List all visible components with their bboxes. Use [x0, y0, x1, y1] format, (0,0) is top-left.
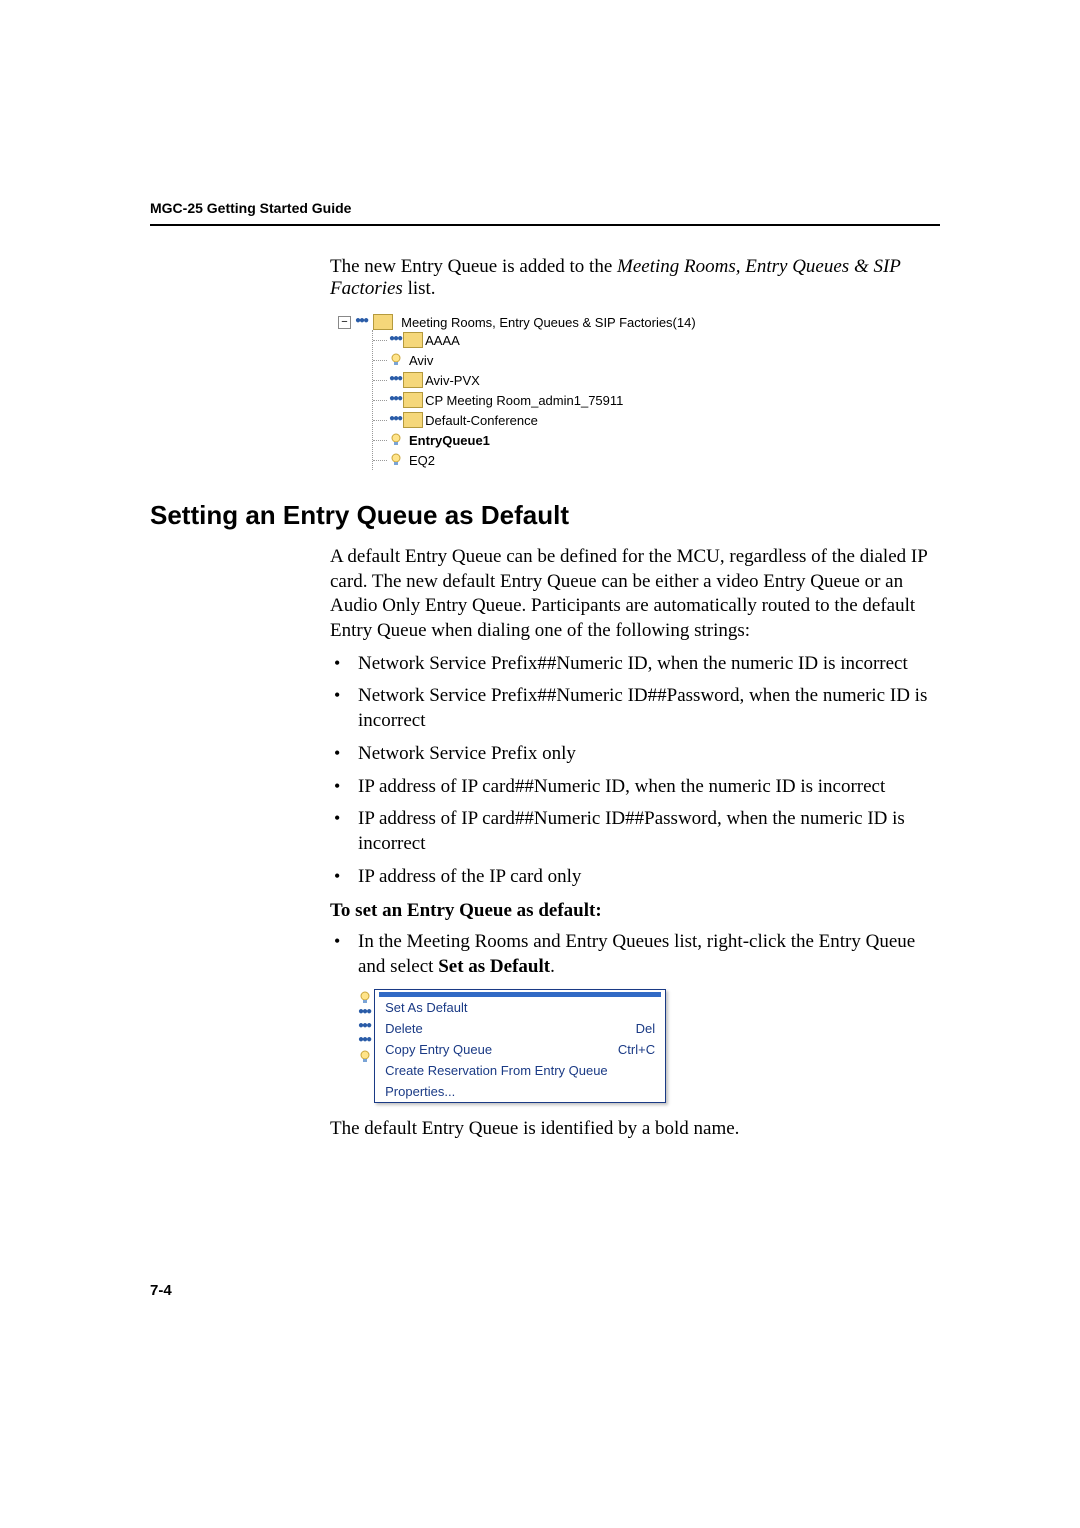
people-icon: ●●● — [389, 333, 401, 344]
section-heading: Setting an Entry Queue as Default — [150, 500, 940, 531]
context-menu-item-properties[interactable]: Properties... — [375, 1081, 665, 1102]
step-text-post: . — [550, 956, 555, 977]
tree-item-label: Aviv-PVX — [425, 373, 480, 388]
tree-item[interactable]: EntryQueue1 — [373, 430, 940, 450]
tree-item-label: Default-Conference — [425, 413, 538, 428]
context-menu-item-delete[interactable]: Delete Del — [375, 1018, 665, 1039]
entry-queue-icon — [358, 1050, 372, 1064]
context-menu-item-create-reservation[interactable]: Create Reservation From Entry Queue — [375, 1060, 665, 1081]
menu-item-shortcut: Ctrl+C — [618, 1042, 655, 1057]
tree-children: ●●● AAAA Aviv ●●● Aviv-PVX ●●● CP Meetin… — [372, 330, 940, 470]
procedure-heading: To set an Entry Queue as default: — [330, 899, 940, 924]
tree-item-label: AAAA — [425, 333, 460, 348]
menu-item-label: Set As Default — [385, 1000, 467, 1015]
step-item: In the Meeting Rooms and Entry Queues li… — [330, 930, 940, 979]
paragraph: A default Entry Queue can be defined for… — [330, 545, 940, 644]
menu-item-shortcut: Del — [636, 1021, 656, 1036]
context-menu: Set As Default Delete Del Copy Entry Que… — [374, 989, 666, 1103]
tree-view: − ●●● Meeting Rooms, Entry Queues & SIP … — [338, 314, 940, 470]
closing-paragraph-wrap: The default Entry Queue is identified by… — [330, 1117, 940, 1142]
menu-item-label: Create Reservation From Entry Queue — [385, 1063, 608, 1078]
intro-paragraph: The new Entry Queue is added to the Meet… — [330, 256, 940, 300]
bullet-item: Network Service Prefix only — [330, 742, 940, 767]
people-icon: ●●● — [358, 1006, 370, 1017]
people-icon: ●●● — [389, 413, 401, 424]
context-menu-item-set-default[interactable]: Set As Default — [375, 997, 665, 1018]
people-icon: ●●● — [389, 393, 401, 404]
tree-root-label: Meeting Rooms, Entry Queues & SIP Factor… — [401, 315, 696, 330]
people-icon: ●●● — [358, 1020, 370, 1031]
context-menu-side-icons: ●●● ●●● ●●● — [358, 989, 374, 1064]
bullet-item: IP address of IP card##Numeric ID##Passw… — [330, 807, 940, 856]
tree-item-label: EntryQueue1 — [409, 433, 490, 448]
section-body: A default Entry Queue can be defined for… — [330, 545, 940, 979]
bullet-list: Network Service Prefix##Numeric ID, when… — [330, 652, 940, 890]
entry-queue-icon — [358, 991, 372, 1005]
people-icon: ●●● — [355, 315, 367, 326]
menu-item-label: Delete — [385, 1021, 423, 1036]
folder-open-icon — [373, 314, 393, 330]
folder-icon — [403, 412, 423, 428]
menu-item-label: Properties... — [385, 1084, 455, 1099]
tree-item[interactable]: Aviv — [373, 350, 940, 370]
bullet-item: Network Service Prefix##Numeric ID##Pass… — [330, 684, 940, 733]
folder-icon — [403, 332, 423, 348]
tree-item[interactable]: ●●● Aviv-PVX — [373, 370, 940, 390]
tree-item-label: Aviv — [409, 353, 433, 368]
page-container: MGC-25 Getting Started Guide The new Ent… — [0, 0, 1080, 1399]
bullet-item: Network Service Prefix##Numeric ID, when… — [330, 652, 940, 677]
entry-queue-icon — [389, 453, 403, 467]
header-divider — [150, 224, 940, 226]
tree-item[interactable]: EQ2 — [373, 450, 940, 470]
menu-item-label: Copy Entry Queue — [385, 1042, 492, 1057]
bullet-item: IP address of IP card##Numeric ID, when … — [330, 775, 940, 800]
folder-icon — [403, 372, 423, 388]
intro-pre: The new Entry Queue is added to the — [330, 256, 617, 277]
people-icon: ●●● — [389, 373, 401, 384]
people-icon: ●●● — [358, 1034, 370, 1045]
closing-paragraph: The default Entry Queue is identified by… — [330, 1117, 940, 1142]
context-menu-figure: ●●● ●●● ●●● Set As Default Delete Del Co… — [358, 989, 940, 1103]
tree-item-label: CP Meeting Room_admin1_75911 — [425, 393, 623, 408]
collapse-icon[interactable]: − — [338, 316, 351, 329]
tree-item-label: EQ2 — [409, 453, 435, 468]
tree-item[interactable]: ●●● AAAA — [373, 330, 940, 350]
guide-title: MGC-25 Getting Started Guide — [150, 200, 351, 216]
entry-queue-icon — [389, 433, 403, 447]
intro-post: list. — [403, 278, 436, 299]
step-list: In the Meeting Rooms and Entry Queues li… — [330, 930, 940, 979]
entry-queue-icon — [389, 353, 403, 367]
tree-root-row: − ●●● Meeting Rooms, Entry Queues & SIP … — [338, 314, 940, 330]
bullet-item: IP address of the IP card only — [330, 865, 940, 890]
context-menu-item-copy[interactable]: Copy Entry Queue Ctrl+C — [375, 1039, 665, 1060]
page-number: 7-4 — [150, 1282, 940, 1299]
page-header: MGC-25 Getting Started Guide — [150, 200, 940, 226]
tree-item[interactable]: ●●● CP Meeting Room_admin1_75911 — [373, 390, 940, 410]
tree-item[interactable]: ●●● Default-Conference — [373, 410, 940, 430]
step-text-bold: Set as Default — [438, 956, 550, 977]
folder-icon — [403, 392, 423, 408]
